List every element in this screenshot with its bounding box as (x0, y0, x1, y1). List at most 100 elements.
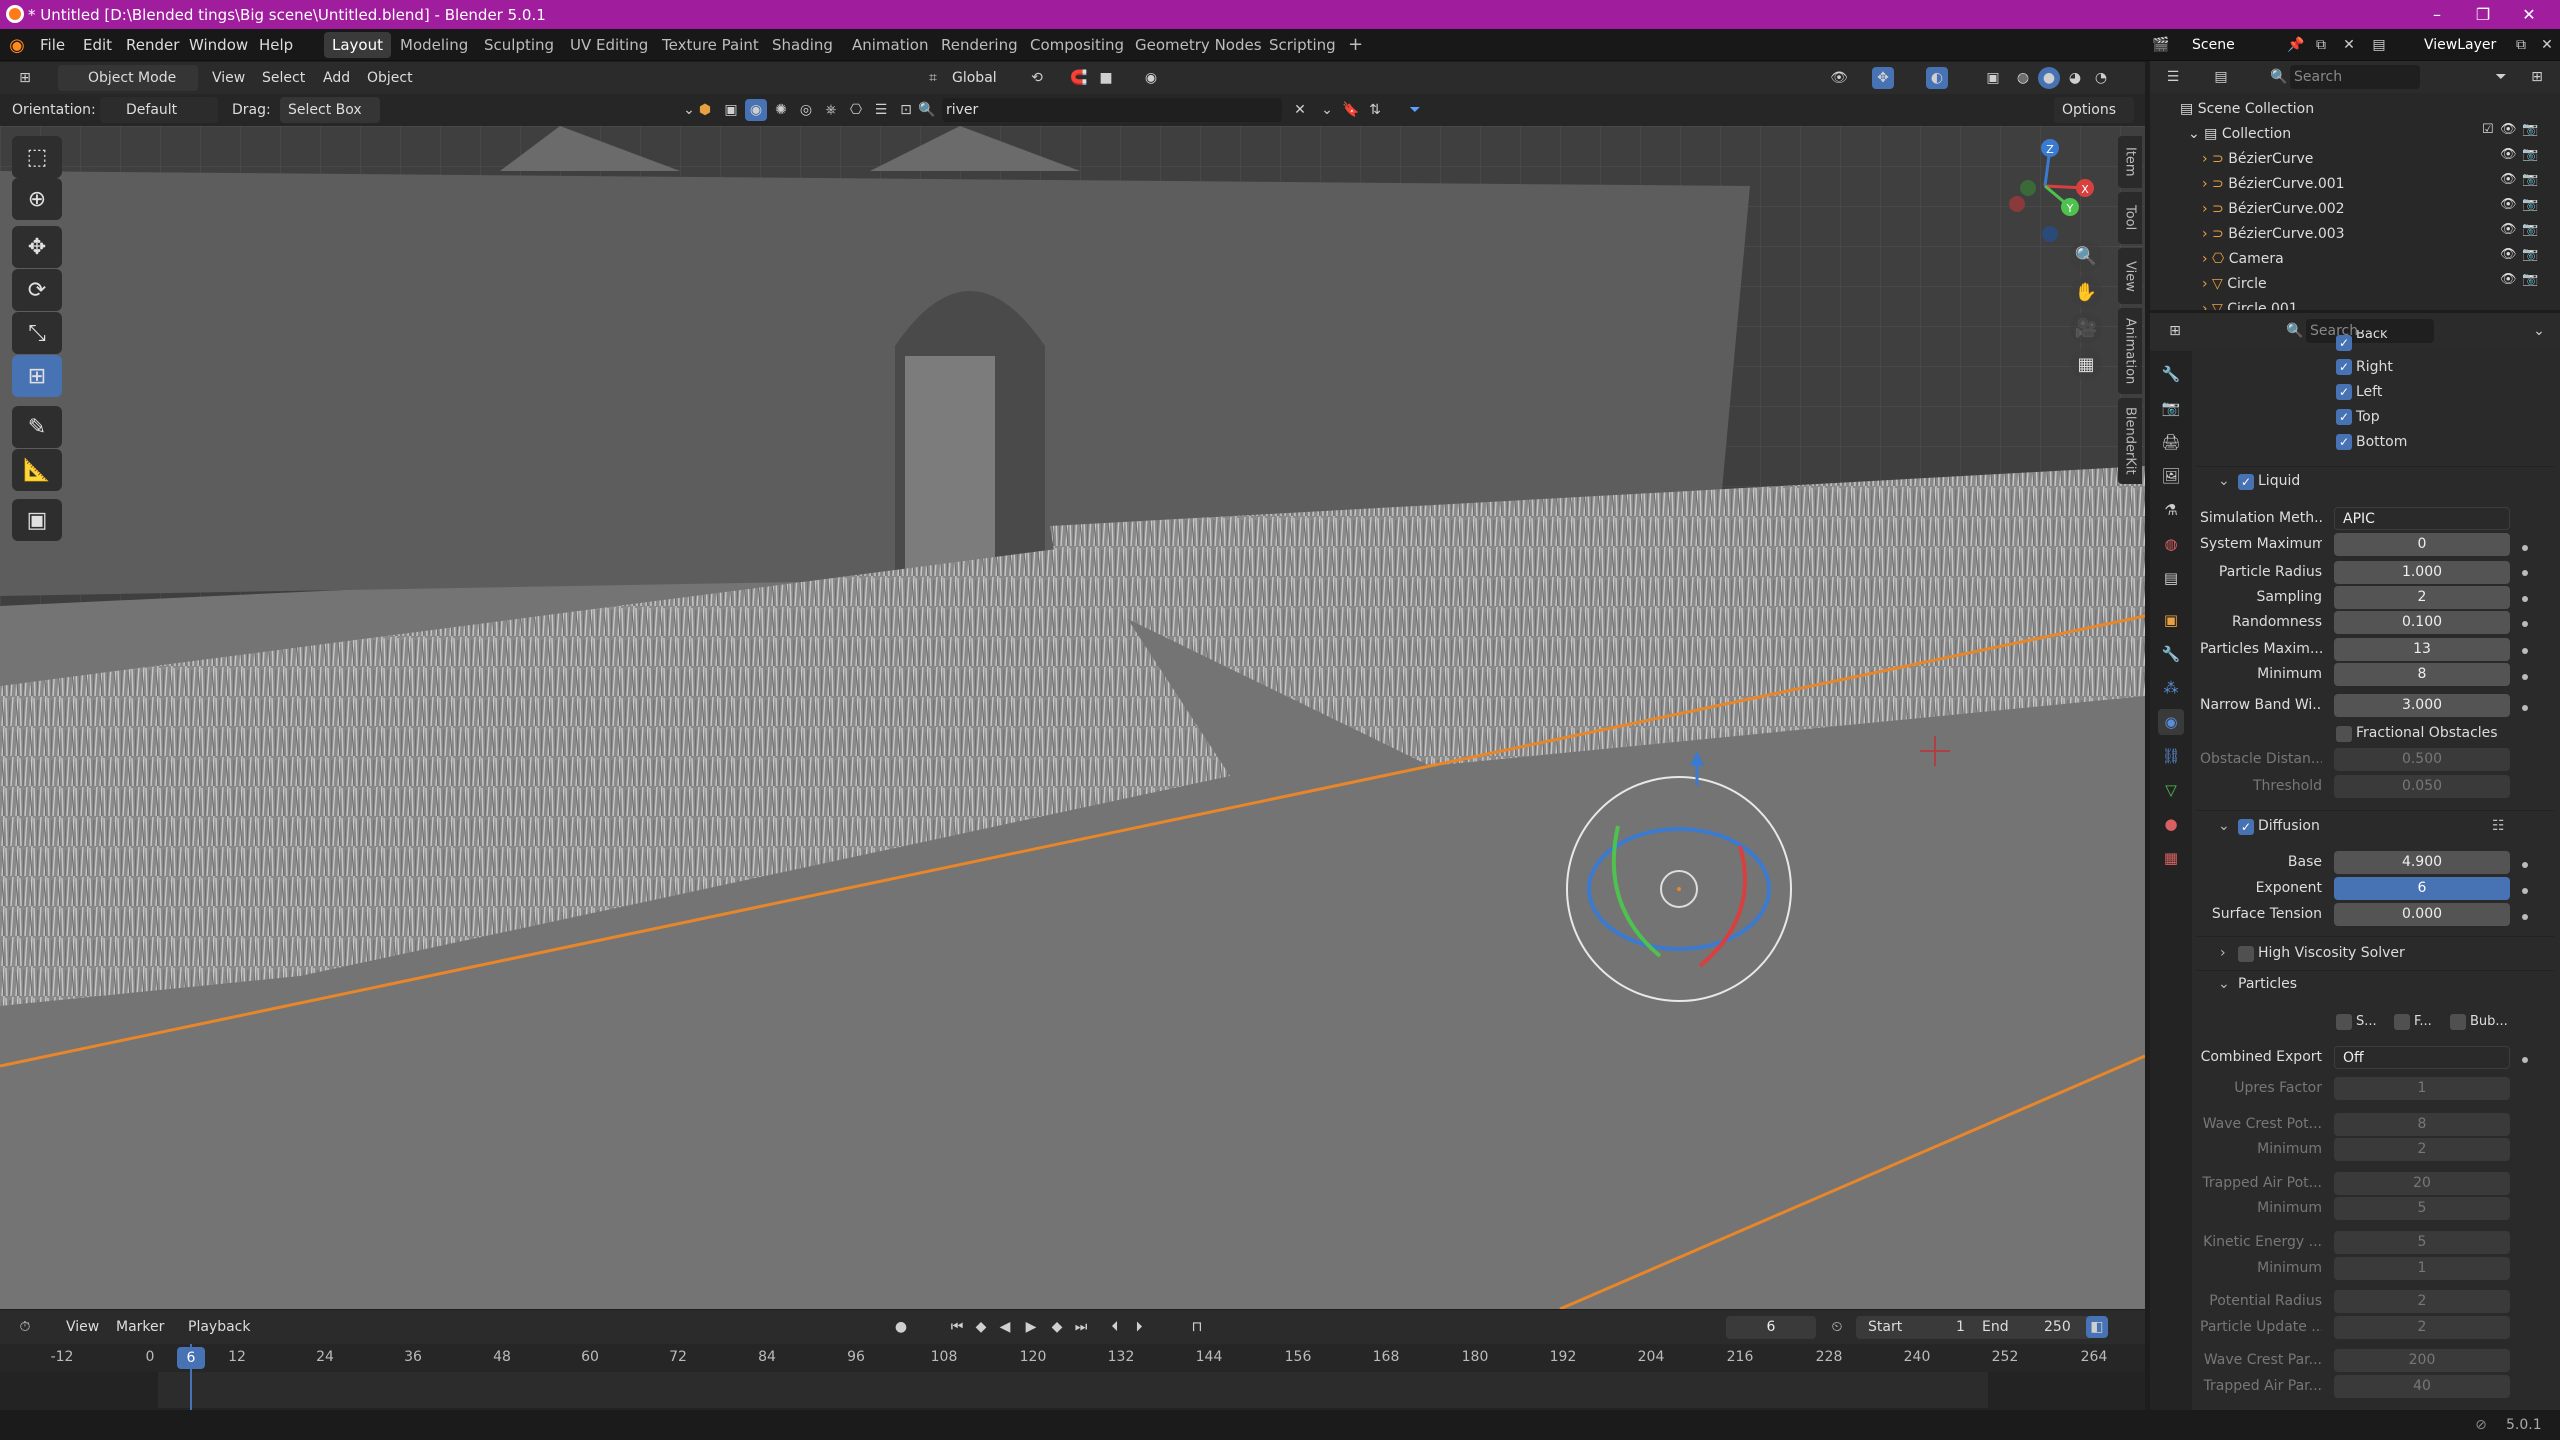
render-camera-icon[interactable]: 📷 (2522, 197, 2538, 212)
diffusion-exponent-field[interactable]: 6 (2334, 877, 2510, 900)
render-camera-icon[interactable]: 📷 (2522, 222, 2538, 237)
pin-icon[interactable]: 📌 (2285, 34, 2307, 56)
randomness-field[interactable]: 0.100 (2334, 611, 2510, 634)
sampling-field[interactable]: 2 (2334, 586, 2510, 609)
keyframe-dot[interactable] (2522, 596, 2528, 602)
outliner-search-input[interactable]: Search (2290, 65, 2420, 89)
delete-scene-icon[interactable]: ✕ (2338, 34, 2360, 56)
pan-hand-icon[interactable]: ✋ (2070, 276, 2102, 308)
move-tool[interactable]: ✥ (12, 226, 62, 268)
rendered-shading-icon[interactable]: ◔ (2090, 67, 2112, 89)
collection-tab-icon[interactable]: ▤ (2158, 565, 2184, 591)
timeline-menu-marker[interactable]: Marker (116, 1314, 164, 1340)
xray-icon[interactable]: ▣ (1982, 67, 2004, 89)
tab-animation[interactable]: Animation (844, 32, 936, 58)
auto-key-icon[interactable]: ● (890, 1316, 912, 1338)
select-box-tool[interactable]: ⬚ (12, 136, 62, 178)
menu-file[interactable]: File (40, 29, 65, 61)
object-type-icon[interactable]: ⬢ (694, 99, 716, 121)
filter-other-icon[interactable]: ☰ (870, 99, 892, 121)
material-tab-icon[interactable]: ● (2158, 811, 2184, 837)
keyframe-dot[interactable] (2522, 621, 2528, 627)
visibility-eye-icon[interactable]: 👁 (2500, 247, 2517, 262)
tab-rendering[interactable]: Rendering (933, 32, 1026, 58)
exclude-checkbox[interactable]: ☑ (2482, 122, 2494, 137)
outliner-editor-icon[interactable]: ☰ (2162, 66, 2184, 88)
physics-tab-icon[interactable]: ◉ (2158, 709, 2184, 735)
particles-section-label[interactable]: Particles (2238, 972, 2297, 997)
timeline-keys-icon[interactable]: ◧ (2086, 1316, 2108, 1338)
constraints-tab-icon[interactable]: ⛓ (2158, 743, 2184, 769)
blender-menu-icon[interactable]: ◉ (6, 34, 28, 56)
transform-dropdown[interactable]: Global (944, 65, 1012, 91)
system-maximum-field[interactable]: 0 (2334, 533, 2510, 556)
wireframe-shading-icon[interactable]: ◍ (2012, 67, 2034, 89)
timeline-menu-playback[interactable]: Playback (188, 1314, 250, 1340)
visibility-icon[interactable]: 👁 (1828, 67, 1850, 89)
cursor-tool[interactable]: ⊕ (12, 178, 62, 220)
add-cube-tool[interactable]: ▣ (12, 499, 62, 541)
jump-end-icon[interactable]: ⏭ (1070, 1316, 1092, 1338)
outliner-item[interactable]: › ⊃ BézierCurve.003 (2150, 222, 2560, 247)
particle-radius-field[interactable]: 1.000 (2334, 561, 2510, 584)
tab-uv-editing[interactable]: UV Editing (562, 32, 656, 58)
viewlayer-name[interactable]: ViewLayer (2424, 32, 2496, 58)
sidebar-tab-tool[interactable]: Tool (2118, 192, 2142, 244)
outliner-scene-collection[interactable]: ▤ Scene Collection (2150, 97, 2560, 122)
tab-texture-paint[interactable]: Texture Paint (654, 32, 767, 58)
filter-grease-icon[interactable]: ⎔ (845, 99, 867, 121)
filter-empty-icon[interactable]: ⊡ (895, 99, 917, 121)
sidebar-tab-animation[interactable]: Animation (2118, 308, 2142, 394)
transform-tool[interactable]: ⊞ (12, 355, 62, 397)
visibility-eye-icon[interactable]: 👁 (2500, 272, 2517, 287)
diffusion-section-label[interactable]: Diffusion (2258, 814, 2320, 839)
top-checkbox[interactable]: ✓ (2336, 409, 2352, 425)
keyframe-dot[interactable] (2522, 570, 2528, 576)
tab-geometry-nodes[interactable]: Geometry Nodes (1127, 32, 1270, 58)
annotate-tool[interactable]: ✎ (12, 406, 62, 448)
bookmark-icon[interactable]: 🔖 (1340, 99, 1362, 121)
menu-window[interactable]: Window (189, 29, 248, 61)
outliner-item[interactable]: › ⎔ Camera (2150, 247, 2560, 272)
liquid-section-label[interactable]: Liquid (2258, 469, 2300, 494)
keyframe-dot[interactable] (2522, 862, 2528, 868)
camera-view-icon[interactable]: 🎥 (2070, 312, 2102, 344)
narrow-band-field[interactable]: 3.000 (2334, 694, 2510, 717)
keyframe-dot[interactable] (2522, 545, 2528, 551)
chevron-right-icon[interactable]: › (2220, 941, 2226, 966)
visibility-eye-icon[interactable]: 👁 (2500, 122, 2517, 137)
options-dropdown[interactable]: Options (2054, 97, 2134, 123)
timeline-editor-icon[interactable]: ⏱ (14, 1316, 36, 1338)
new-collection-icon[interactable]: ⊞ (2526, 66, 2548, 88)
bubbles-checkbox[interactable] (2450, 1014, 2466, 1030)
tool-tab-icon[interactable]: 🔧 (2158, 361, 2184, 387)
viewlayer-icon[interactable]: ▤ (2368, 34, 2390, 56)
keyframe-dot[interactable] (2522, 674, 2528, 680)
sort-icon[interactable]: ⇅ (1364, 99, 1386, 121)
3d-viewport[interactable]: ⬚ ⊕ ✥ ⟳ ⤡ ⊞ ✎ 📐 ▣ Z X Y 🔍 ✋ 🎥 ▦ Item Too… (0, 126, 2145, 1309)
new-viewlayer-icon[interactable]: ⧉ (2510, 34, 2532, 56)
visibility-eye-icon[interactable]: 👁 (2500, 197, 2517, 212)
tab-compositing[interactable]: Compositing (1022, 32, 1132, 58)
diffusion-checkbox[interactable]: ✓ (2238, 819, 2254, 835)
render-camera-icon[interactable]: 📷 (2522, 272, 2538, 287)
menu-render[interactable]: Render (126, 29, 179, 61)
proportional-edit-icon[interactable]: ◉ (1140, 67, 1162, 89)
viewport-search-input[interactable]: river (942, 98, 1282, 122)
solid-shading-icon[interactable]: ● (2038, 67, 2060, 89)
back-checkbox[interactable]: ✓ (2336, 335, 2352, 351)
next-keyframe-icon[interactable]: ◆ (1046, 1316, 1068, 1338)
drag-dropdown[interactable]: Select Box (280, 97, 380, 123)
filter-mesh-icon[interactable]: ▣ (720, 99, 742, 121)
scene-name[interactable]: Scene (2192, 32, 2235, 58)
start-frame-field[interactable]: Start 1 (1856, 1316, 1978, 1339)
snap-icon[interactable]: 🧲 (1068, 67, 1090, 89)
particles-minimum-field[interactable]: 8 (2334, 663, 2510, 686)
pivot-icon[interactable]: ⟲ (1026, 67, 1048, 89)
end-frame-field[interactable]: End 250 (1972, 1316, 2092, 1339)
funnel-icon[interactable]: ⏷ (1404, 99, 1426, 121)
snap-icon[interactable]: ⊓ (1186, 1316, 1208, 1338)
right-checkbox[interactable]: ✓ (2336, 359, 2352, 375)
gizmo-toggle-icon[interactable]: ✥ (1872, 67, 1894, 89)
data-tab-icon[interactable]: ▽ (2158, 777, 2184, 803)
